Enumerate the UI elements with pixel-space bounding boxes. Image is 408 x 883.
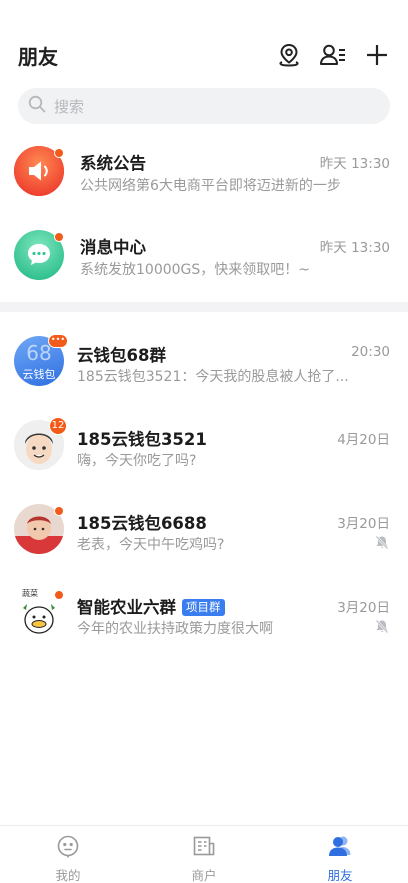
tab-mine[interactable]: 我的 (0, 826, 136, 883)
chat-preview: 老表，今天中午吃鸡吗? (77, 537, 225, 553)
message-center-title: 消息中心 (80, 238, 146, 257)
group-avatar: 68 云钱包 ••• (14, 334, 68, 386)
system-announcement-preview: 公共网络第6大电商平台即将迈进新的一步 (80, 178, 341, 194)
search-input[interactable]: 搜索 (18, 88, 390, 124)
plus-icon[interactable] (362, 40, 392, 70)
message-center-preview: 系统发放10000GS，快来领取吧！~ (80, 262, 311, 278)
unread-dot (54, 506, 64, 516)
user-avatar: 12 (14, 417, 67, 470)
group-avatar: 蔬菜 (14, 588, 64, 638)
tab-merchant-label: 商户 (191, 868, 217, 883)
chat-row[interactable]: 蔬菜 智能农业六群 项目群 3月20日 今年的农业扶持政策力度很大啊 (0, 572, 408, 656)
chat-row[interactable]: 185云钱包6688 3月20日 老表，今天中午吃鸡吗? (0, 488, 408, 572)
chat-time: 3月20日 (337, 516, 390, 532)
page-title: 朋友 (18, 45, 58, 69)
section-divider (0, 302, 408, 312)
chat-bubble-icon (14, 230, 64, 280)
chat-preview: 嗨，今天你吃了吗? (77, 453, 197, 469)
friends-icon (327, 834, 353, 862)
tab-friends[interactable]: 朋友 (272, 826, 408, 883)
chat-row[interactable]: 12 185云钱包3521 4月20日 嗨，今天你吃了吗? (0, 404, 408, 488)
group-avatar-label: 云钱包 (22, 368, 56, 381)
header-bar: 朋友 (0, 0, 408, 80)
bottom-tab-bar: 我的 商户 朋友 (0, 825, 408, 883)
chat-name: 云钱包68群 (77, 346, 166, 365)
unread-count-badge: 12 (49, 417, 67, 435)
unread-dot (54, 590, 64, 600)
chat-time: 20:30 (351, 344, 390, 360)
chat-name: 智能农业六群 (77, 598, 176, 617)
merchant-icon (192, 834, 216, 862)
system-announcement-time: 昨天 13:30 (319, 156, 390, 172)
chat-name: 185云钱包3521 (77, 430, 207, 449)
message-center-row[interactable]: 消息中心 昨天 13:30 系统发放10000GS，快来领取吧！~ (0, 214, 408, 298)
project-group-tag: 项目群 (182, 599, 225, 616)
group-avatar-caption: 蔬菜 (22, 589, 38, 598)
chat-preview: 今年的农业扶持政策力度很大啊 (77, 621, 273, 637)
system-announcement-title: 系统公告 (80, 154, 146, 173)
system-announcement-row[interactable]: 系统公告 昨天 13:30 公共网络第6大电商平台即将迈进新的一步 (0, 130, 408, 214)
unread-dot (54, 148, 64, 158)
search-placeholder: 搜索 (54, 97, 85, 116)
megaphone-icon (14, 146, 64, 196)
chat-name: 185云钱包6688 (77, 514, 207, 533)
chat-row[interactable]: 68 云钱包 ••• 云钱包68群 20:30 185云钱包3521：今天我的股… (0, 320, 408, 404)
muted-bell-icon (375, 535, 389, 554)
tab-mine-label: 我的 (55, 868, 81, 883)
more-badge: ••• (48, 334, 68, 348)
user-avatar (14, 504, 64, 554)
muted-bell-icon (375, 619, 389, 638)
robot-face-icon (56, 834, 80, 862)
contacts-list-icon[interactable] (318, 40, 348, 70)
chat-time: 4月20日 (337, 432, 390, 448)
location-pin-icon[interactable] (274, 40, 304, 70)
chat-time: 3月20日 (337, 600, 390, 616)
tab-merchant[interactable]: 商户 (136, 826, 272, 883)
message-center-time: 昨天 13:30 (319, 240, 390, 256)
search-icon (28, 95, 46, 117)
unread-dot (54, 232, 64, 242)
chat-name-wrapper: 智能农业六群 项目群 (77, 594, 225, 618)
chat-preview: 185云钱包3521：今天我的股息被人抢了... (77, 369, 349, 385)
tab-friends-label: 朋友 (327, 868, 353, 883)
